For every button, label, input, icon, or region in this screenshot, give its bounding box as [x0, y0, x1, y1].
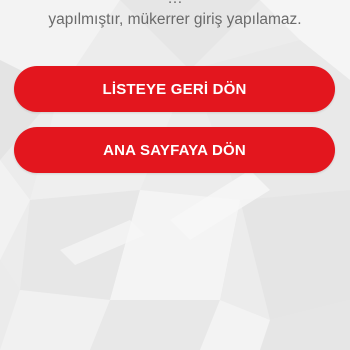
back-to-list-label: LİSTEYE GERİ DÖN [102, 80, 247, 98]
status-message-line: yapılmıştır, mükerrer giriş yapılamaz. [48, 11, 302, 28]
back-to-home-button[interactable]: ANA SAYFAYA DÖN [14, 127, 335, 173]
status-message: … yapılmıştır, mükerrer giriş yapılamaz. [10, 0, 340, 30]
result-screen: … yapılmıştır, mükerrer giriş yapılamaz.… [0, 0, 350, 350]
status-message-line-top: … [10, 0, 340, 9]
back-to-home-label: ANA SAYFAYA DÖN [103, 141, 246, 159]
back-to-list-button[interactable]: LİSTEYE GERİ DÖN [14, 66, 335, 112]
